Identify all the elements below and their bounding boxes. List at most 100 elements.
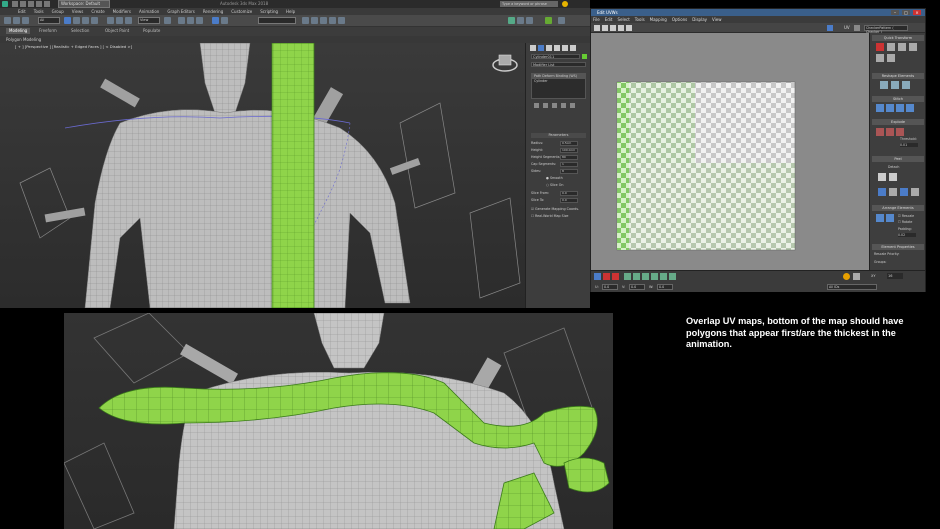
undo-icon[interactable] (36, 1, 42, 7)
align-icon[interactable] (221, 17, 228, 24)
utilities-tab-icon[interactable] (570, 45, 576, 51)
uv-menu-item[interactable]: Tools (635, 16, 645, 23)
save-file-icon[interactable] (28, 1, 34, 7)
align-vertical-icon[interactable] (898, 43, 906, 51)
named-selection-dropdown[interactable] (258, 17, 296, 24)
xy-plane-label[interactable]: XY (871, 273, 876, 279)
param-value[interactable]: 80 (560, 155, 578, 160)
menu-item[interactable]: Animation (139, 8, 159, 15)
graphite-icon[interactable] (311, 17, 318, 24)
menu-item[interactable]: Graph Editors (167, 8, 194, 15)
unlink-icon[interactable] (22, 17, 29, 24)
uv-shell-overlap[interactable] (629, 82, 695, 163)
space-horizontal-icon[interactable] (887, 54, 895, 62)
move-icon[interactable] (107, 17, 114, 24)
parameters-rollout[interactable]: Parameters (531, 133, 586, 138)
ribbon-tab-selection[interactable]: Selection (68, 28, 92, 34)
checker-icon[interactable] (854, 25, 860, 31)
modifier-list-dropdown[interactable]: Modifier List (531, 62, 586, 67)
loop-icon[interactable] (651, 273, 658, 280)
uv-menu-item[interactable]: View (712, 16, 722, 23)
uv-menu-item[interactable]: File (593, 16, 600, 23)
quick-peel-icon[interactable] (878, 173, 886, 181)
stitch-custom-icon[interactable] (876, 104, 884, 112)
render-iterative-icon[interactable] (558, 17, 565, 24)
minimize-icon[interactable]: – (891, 10, 899, 15)
angle-snap-icon[interactable] (187, 17, 194, 24)
stack-item[interactable]: Cylinder (532, 79, 585, 84)
rescale-checkbox[interactable]: ☑ Rescale (898, 214, 914, 218)
rotate-icon[interactable] (116, 17, 123, 24)
hierarchy-tab-icon[interactable] (546, 45, 552, 51)
reshape-elements-section[interactable]: Reshape Elements (872, 73, 924, 79)
schematic-icon[interactable] (329, 17, 336, 24)
max-app-icon[interactable] (2, 1, 8, 7)
straighten-icon[interactable] (880, 81, 888, 89)
snap-icon[interactable] (178, 17, 185, 24)
menu-item[interactable]: Modifiers (113, 8, 131, 15)
w-value[interactable]: 0.0 (657, 284, 673, 290)
unpin-icon[interactable] (889, 188, 897, 196)
scale-icon[interactable] (125, 17, 132, 24)
param-value[interactable]: 100.0cm (560, 148, 578, 153)
relax-settings-icon[interactable] (902, 81, 910, 89)
arrange-elements-section[interactable]: Arrange Elements (872, 205, 924, 211)
viewcube[interactable] (492, 54, 518, 72)
stitch-target-icon[interactable] (886, 104, 894, 112)
selection-filter-dropdown[interactable]: All (38, 17, 60, 24)
pack-custom-icon[interactable] (886, 214, 894, 222)
render-frame-icon[interactable] (517, 17, 524, 24)
rotate-checkbox[interactable]: ☐ Rotate (898, 220, 912, 224)
align-horizontal-icon[interactable] (887, 43, 895, 51)
workspace-dropdown[interactable]: Workspace: Default (58, 0, 110, 8)
menu-item[interactable]: Help (286, 8, 295, 15)
element-properties-section[interactable]: Element Properties (872, 244, 924, 250)
menu-item[interactable]: Views (72, 8, 84, 15)
material-editor-icon[interactable] (338, 17, 345, 24)
window-crossing-icon[interactable] (91, 17, 98, 24)
select-pins-icon[interactable] (911, 188, 919, 196)
freeform-uv-icon[interactable] (618, 25, 624, 31)
reference-coord-dropdown[interactable]: View (138, 17, 160, 24)
relax-icon[interactable] (891, 81, 899, 89)
open-file-icon[interactable] (20, 1, 26, 7)
vertex-mode-icon[interactable] (594, 273, 601, 280)
param-value[interactable]: 0.0 (560, 191, 578, 196)
real-world-map-checkbox[interactable]: ☐ Real-World Map Size (531, 214, 586, 219)
undo-tool-icon[interactable] (4, 17, 11, 24)
rotate-minus-icon[interactable] (909, 43, 917, 51)
rotate-uv-icon[interactable] (602, 25, 608, 31)
mirror-icon[interactable] (212, 17, 219, 24)
peel-mode-icon[interactable] (889, 173, 897, 181)
weld-icon[interactable] (886, 128, 894, 136)
set-pivot-icon[interactable] (876, 43, 884, 51)
uv-shell-selected[interactable] (617, 82, 629, 250)
quick-transform-section[interactable]: Quick Transform (872, 35, 924, 41)
menu-item[interactable]: Group (52, 8, 64, 15)
weld-selected-icon[interactable] (896, 128, 904, 136)
edge-mode-icon[interactable] (603, 273, 610, 280)
show-map-icon[interactable] (827, 25, 833, 31)
rectangle-select-icon[interactable] (82, 17, 89, 24)
object-color-swatch[interactable] (582, 54, 587, 59)
configure-sets-icon[interactable] (570, 103, 575, 108)
new-file-icon[interactable] (12, 1, 18, 7)
scale-uv-icon[interactable] (610, 25, 616, 31)
peel-section[interactable]: Peel (872, 156, 924, 162)
pin-stack-icon[interactable] (534, 103, 539, 108)
param-value[interactable]: 1 (560, 162, 578, 167)
ribbon-tab-populate[interactable]: Populate (140, 28, 163, 34)
link-icon[interactable] (13, 17, 20, 24)
layer-icon[interactable] (302, 17, 309, 24)
paint-select-icon[interactable] (669, 273, 676, 280)
perspective-viewport[interactable]: [ + ] [Perspective ] [Realistic + Edged … (0, 43, 525, 308)
all-ids-dropdown[interactable]: All IDs (827, 284, 877, 290)
uv-viewport[interactable] (591, 33, 869, 270)
search-input[interactable]: Type a keyword or phrase (500, 1, 558, 7)
zoom-value[interactable]: 16 (887, 273, 903, 279)
display-tab-icon[interactable] (562, 45, 568, 51)
vray-icon[interactable] (545, 17, 552, 24)
menu-item[interactable]: Rendering (203, 8, 223, 15)
uv-shell-overlap[interactable] (629, 163, 795, 250)
auto-pin-icon[interactable] (900, 188, 908, 196)
